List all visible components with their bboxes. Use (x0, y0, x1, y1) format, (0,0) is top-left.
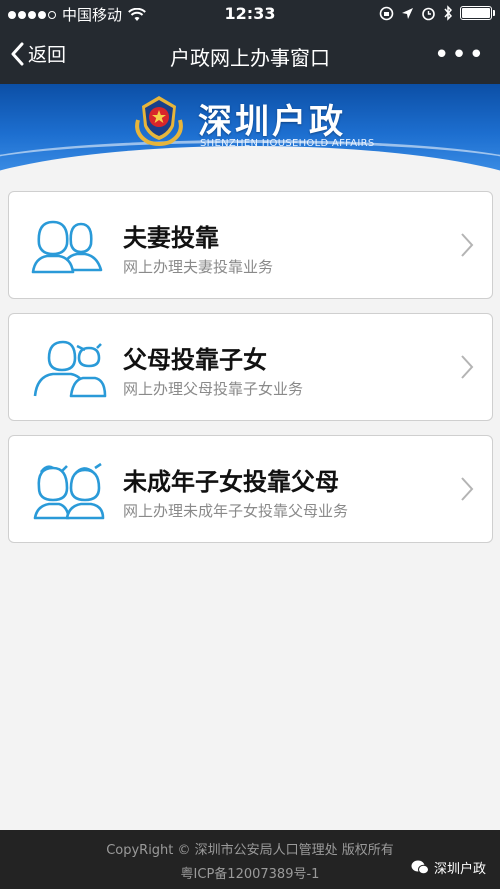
parent-child-icon (33, 340, 107, 398)
children-icon (33, 462, 105, 520)
location-icon (402, 7, 413, 19)
banner-title: 深圳户政 (198, 102, 346, 142)
chevron-right-icon (461, 355, 474, 379)
service-card-parents[interactable]: 父母投靠子女 网上办理父母投靠子女业务 (8, 313, 493, 421)
banner-subtitle: SHENZHEN HOUSEHOLD AFFAIRS (200, 138, 375, 149)
rotation-lock-icon (379, 6, 394, 20)
status-right (379, 5, 495, 21)
service-card-spouse[interactable]: 夫妻投靠 网上办理夫妻投靠业务 (8, 191, 493, 299)
card-title: 未成年子女投靠父母 (123, 468, 339, 496)
nav-bar: 返回 户政网上办事窗口 ••• (0, 28, 500, 84)
watermark-label: 深圳户政 (433, 862, 486, 877)
card-subtitle: 网上办理父母投靠子女业务 (123, 380, 304, 398)
bluetooth-icon (444, 5, 453, 21)
chevron-right-icon (461, 233, 474, 257)
status-bar: 中国移动 12:33 (0, 0, 500, 28)
battery-fill (462, 8, 490, 18)
footer: CopyRight © 深圳市公安局人口管理处 版权所有 粤ICP备120073… (0, 830, 500, 889)
alarm-icon (422, 7, 435, 20)
card-subtitle: 网上办理未成年子女投靠父母业务 (123, 502, 349, 520)
battery-icon (460, 6, 495, 20)
police-emblem-icon (135, 96, 183, 146)
wechat-watermark: 深圳户政 (411, 858, 486, 877)
chevron-right-icon (461, 477, 474, 501)
card-title: 夫妻投靠 (123, 224, 219, 252)
card-title: 父母投靠子女 (123, 346, 267, 374)
couple-icon (31, 220, 103, 274)
copyright-text: CopyRight © 深圳市公安局人口管理处 版权所有 (106, 843, 394, 858)
wechat-icon (411, 860, 429, 875)
more-menu-button[interactable]: ••• (434, 42, 486, 68)
service-card-minors[interactable]: 未成年子女投靠父母 网上办理未成年子女投靠父母业务 (8, 435, 493, 543)
page-title: 户政网上办事窗口 (170, 46, 330, 70)
card-subtitle: 网上办理夫妻投靠业务 (123, 258, 274, 276)
header-banner: 深圳户政 SHENZHEN HOUSEHOLD AFFAIRS (0, 84, 500, 176)
